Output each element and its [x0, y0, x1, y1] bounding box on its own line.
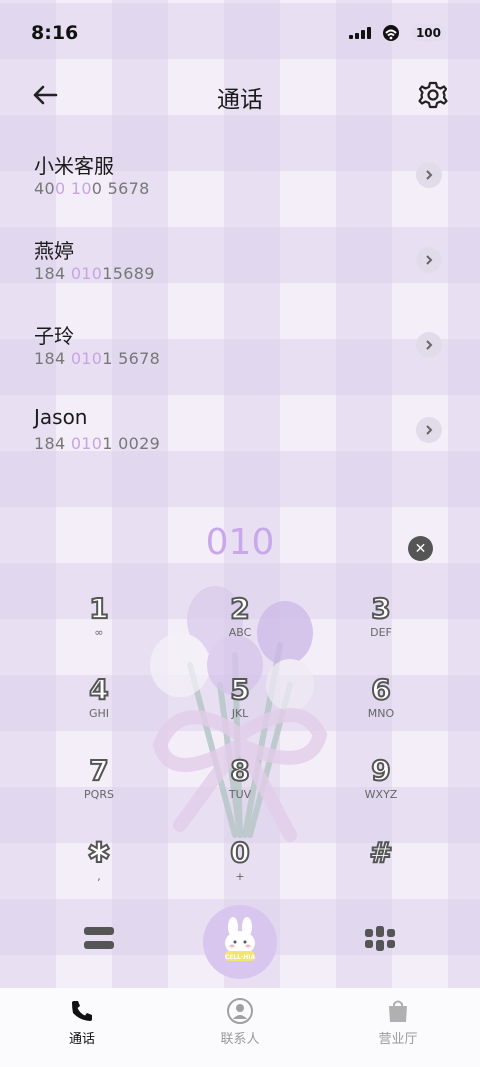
wifi-icon — [382, 25, 399, 41]
tab-label: 联系人 — [220, 1032, 260, 1047]
contact-number: 184 0101 0029 — [34, 434, 161, 453]
voicemail-icon: ∞ — [94, 626, 104, 639]
contact-row[interactable]: 子玲 184 0101 5678 — [0, 304, 480, 389]
status-icons: 100 — [348, 24, 446, 42]
chevron-right-icon[interactable] — [416, 417, 442, 443]
tab-contacts[interactable]: 联系人 — [190, 998, 290, 1047]
contact-list: 小米客服 400 100 5678 燕婷 184 01015689 子玲 184… — [0, 134, 480, 474]
chevron-right-icon[interactable] — [416, 162, 442, 188]
key-1[interactable]: 1 ∞ — [44, 592, 154, 663]
tab-label: 营业厅 — [378, 1032, 418, 1047]
contact-name: Jason — [34, 405, 88, 429]
call-badge-text: CELL·HIA — [225, 954, 256, 961]
call-button[interactable]: CELL·HIA — [203, 905, 277, 979]
contact-row[interactable]: Jason 184 0101 0029 — [0, 389, 480, 474]
clear-icon[interactable]: ✕ — [408, 536, 433, 561]
bag-icon — [389, 1000, 407, 1022]
key-6[interactable]: 6 MNO — [326, 673, 436, 744]
key-2[interactable]: 2 ABC — [185, 592, 295, 663]
page-title: 通话 — [217, 87, 263, 113]
bottom-tab-bar: 通话 联系人 营业厅 — [0, 988, 480, 1067]
key-star[interactable]: ✱, — [44, 836, 154, 907]
person-icon — [227, 998, 253, 1024]
contact-row[interactable]: 燕婷 184 01015689 — [0, 219, 480, 304]
contact-number: 184 0101 5678 — [34, 349, 161, 368]
tab-calls[interactable]: 通话 — [32, 998, 132, 1047]
phone-icon — [72, 1001, 92, 1021]
signal-icon — [348, 27, 371, 39]
status-time: 8:16 — [31, 22, 79, 44]
key-9[interactable]: 9 WXYZ — [326, 754, 436, 825]
key-7[interactable]: 7 PQRS — [44, 754, 154, 825]
key-0[interactable]: 0 + — [185, 836, 295, 907]
status-bar: 8:16 100 — [0, 0, 480, 66]
contact-number: 184 01015689 — [34, 264, 155, 283]
key-4[interactable]: 4 GHI — [44, 673, 154, 744]
contact-name: 燕婷 — [34, 239, 74, 263]
contact-number: 400 100 5678 — [34, 179, 150, 198]
bunny-icon: CELL·HIA — [225, 917, 256, 961]
contact-name: 子玲 — [34, 324, 74, 348]
menu-icon[interactable] — [84, 927, 114, 951]
gear-icon[interactable] — [416, 78, 450, 112]
battery-indicator: 100 — [410, 24, 446, 42]
dialpad-grid-icon[interactable] — [365, 926, 395, 952]
tab-label: 通话 — [68, 1032, 95, 1047]
tab-store[interactable]: 营业厅 — [348, 998, 448, 1047]
contact-row[interactable]: 小米客服 400 100 5678 — [0, 134, 480, 219]
key-3[interactable]: 3 DEF — [326, 592, 436, 663]
chevron-right-icon[interactable] — [416, 247, 442, 273]
contact-name: 小米客服 — [34, 154, 114, 178]
header: 通话 — [0, 70, 480, 118]
key-hash[interactable]: # — [326, 836, 436, 907]
key-5[interactable]: 5 JKL — [185, 673, 295, 744]
key-8[interactable]: 8 TUV — [185, 754, 295, 825]
chevron-right-icon[interactable] — [416, 332, 442, 358]
